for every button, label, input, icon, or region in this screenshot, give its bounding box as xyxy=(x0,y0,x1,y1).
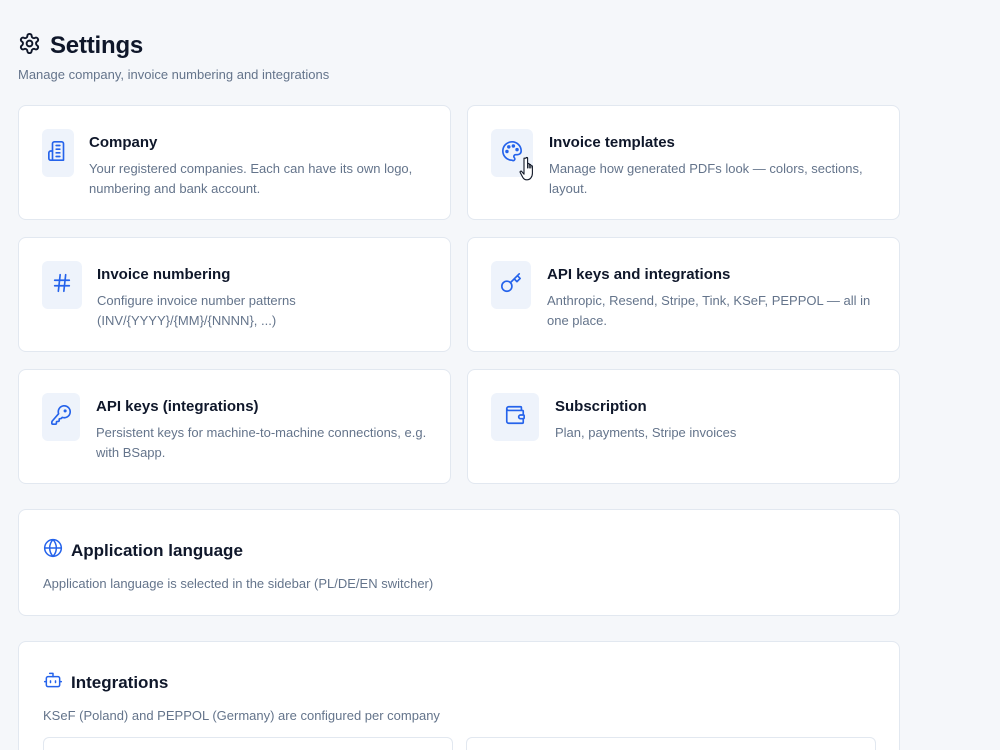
card-title: API keys and integrations xyxy=(547,266,731,283)
page-subtitle: Manage company, invoice numbering and in… xyxy=(18,67,330,82)
palette-icon xyxy=(501,140,523,167)
section-description: KSeF (Poland) and PEPPOL (Germany) are c… xyxy=(43,708,440,723)
card-description: Configure invoice number patterns (INV/{… xyxy=(97,293,296,328)
invoice-templates-card[interactable]: Invoice templates Manage how generated P… xyxy=(467,105,900,220)
application-language-section: Application language Application languag… xyxy=(18,509,900,616)
icon-box xyxy=(42,393,80,441)
card-description: Manage how generated PDFs look — colors,… xyxy=(549,161,863,196)
page-header: Settings Manage company, invoice numberi… xyxy=(18,32,329,82)
integrations-section: Integrations KSeF (Poland) and PEPPOL (G… xyxy=(18,641,900,750)
peppol-integration-card[interactable] xyxy=(466,737,876,750)
card-text: API keys (integrations) Persistent keys … xyxy=(96,398,430,463)
card-description: Anthropic, Resend, Stripe, Tink, KSeF, P… xyxy=(547,293,871,328)
globe-icon xyxy=(43,538,63,563)
icon-box xyxy=(491,261,531,309)
section-title: Integrations xyxy=(71,672,169,692)
card-title: API keys (integrations) xyxy=(96,398,259,415)
card-title: Invoice templates xyxy=(549,134,675,151)
card-title: Invoice numbering xyxy=(97,266,231,283)
key-icon xyxy=(500,272,522,299)
section-title: Application language xyxy=(71,540,243,560)
card-title: Subscription xyxy=(555,398,647,415)
card-text: Invoice numbering Configure invoice numb… xyxy=(97,266,430,331)
page-title: Settings xyxy=(50,32,144,59)
icon-box xyxy=(491,393,539,441)
api-keys-integrations-card[interactable]: API keys and integrations Anthropic, Res… xyxy=(467,237,900,352)
invoice-numbering-card[interactable]: Invoice numbering Configure invoice numb… xyxy=(18,237,451,352)
gear-icon xyxy=(18,32,41,60)
card-description: Your registered companies. Each can have… xyxy=(89,161,413,196)
card-title: Company xyxy=(89,134,158,151)
subscription-card[interactable]: Subscription Plan, payments, Stripe invo… xyxy=(467,369,900,484)
key-round-icon xyxy=(50,404,72,431)
hash-icon xyxy=(51,272,73,299)
wallet-icon xyxy=(504,404,526,431)
api-keys-card[interactable]: API keys (integrations) Persistent keys … xyxy=(18,369,451,484)
card-text: API keys and integrations Anthropic, Res… xyxy=(547,266,879,331)
section-description: Application language is selected in the … xyxy=(43,576,434,591)
icon-box xyxy=(42,261,82,309)
card-text: Subscription Plan, payments, Stripe invo… xyxy=(555,398,879,443)
icon-box xyxy=(42,129,74,177)
title-row: Settings xyxy=(18,32,329,60)
card-description: Persistent keys for machine-to-machine c… xyxy=(96,425,427,460)
card-description: Plan, payments, Stripe invoices xyxy=(555,425,737,440)
company-card[interactable]: Company Your registered companies. Each … xyxy=(18,105,451,220)
ksef-integration-card[interactable] xyxy=(43,737,453,750)
card-text: Company Your registered companies. Each … xyxy=(89,134,430,199)
icon-box xyxy=(491,129,533,177)
section-header: Integrations xyxy=(43,670,168,695)
settings-page: Settings Manage company, invoice numberi… xyxy=(0,0,1000,750)
building-icon xyxy=(47,140,69,167)
card-text: Invoice templates Manage how generated P… xyxy=(549,134,879,199)
section-header: Application language xyxy=(43,538,243,563)
bot-icon xyxy=(43,670,63,695)
